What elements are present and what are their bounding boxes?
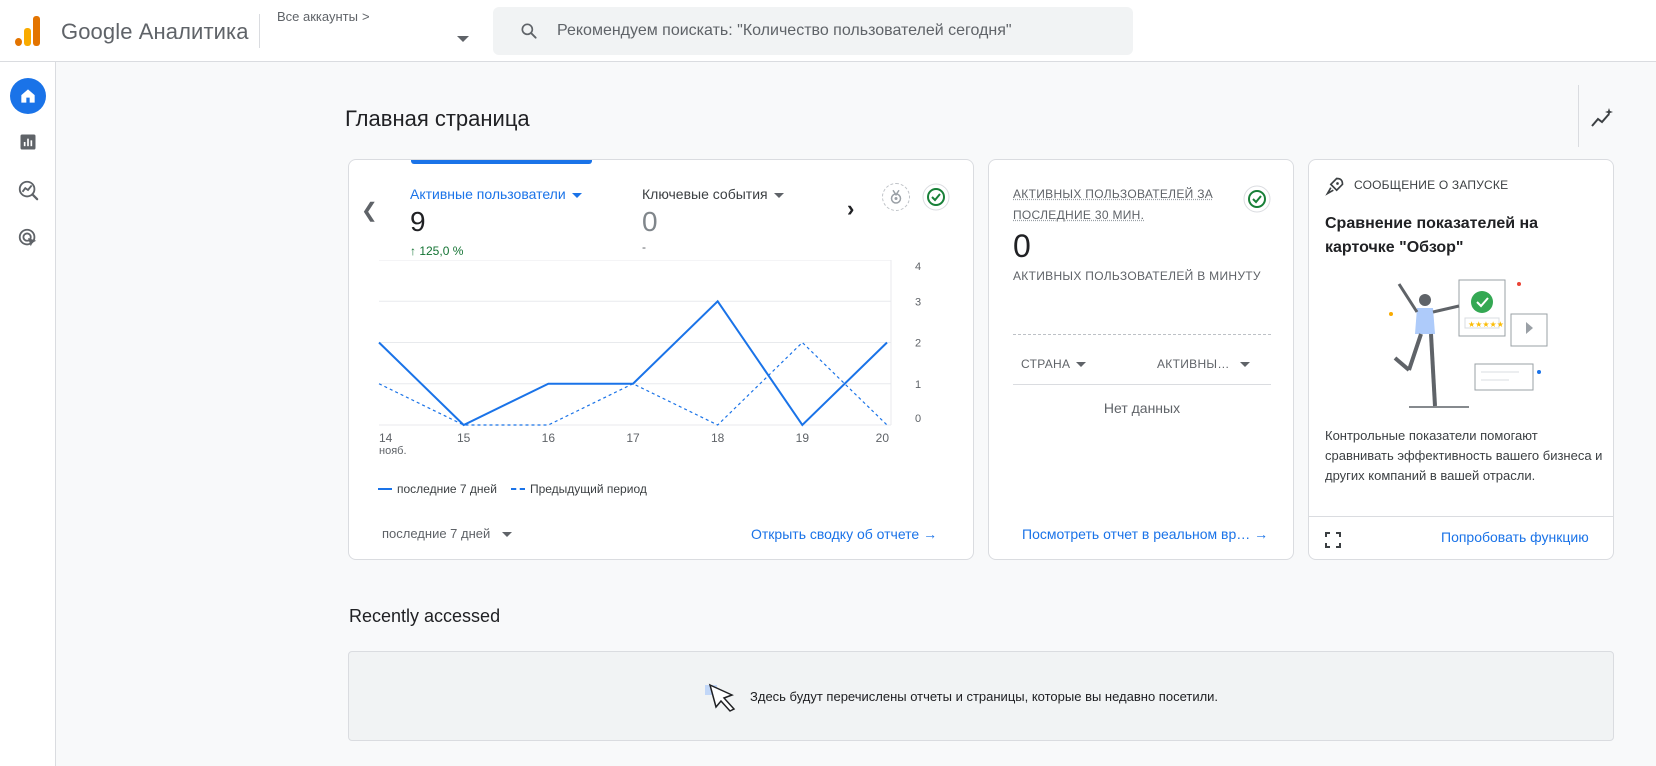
- x-tick-label: 15: [457, 431, 471, 445]
- metric-label: Ключевые события: [642, 186, 768, 202]
- chevron-left-icon[interactable]: ❮: [361, 198, 378, 223]
- date-range-label: последние 7 дней: [382, 526, 491, 541]
- left-nav: [0, 62, 56, 766]
- fullscreen-icon[interactable]: [1325, 532, 1341, 548]
- check-circle-icon[interactable]: [922, 183, 950, 211]
- view-report-link[interactable]: Открыть сводку об отчете →: [751, 526, 937, 542]
- caret-down-icon: [502, 532, 513, 538]
- analytics-logo-icon[interactable]: [15, 16, 41, 46]
- no-data-text: Нет данных: [1103, 400, 1181, 416]
- x-tick-label: 19: [796, 431, 810, 445]
- search-bar[interactable]: Рекомендуем поискать: "Количество пользо…: [493, 7, 1133, 55]
- tab-indicator: [411, 160, 592, 164]
- divider: [1578, 85, 1579, 147]
- benchmark-badge-icon[interactable]: [882, 183, 910, 211]
- legend-current-label: последние 7 дней: [397, 482, 497, 496]
- metric-delta: ↑ 125,0 %: [410, 244, 464, 258]
- view-realtime-link[interactable]: Посмотреть отчет в реальном вр… →: [1022, 526, 1268, 542]
- page-title: Главная страница: [345, 106, 530, 131]
- home-icon: [21, 89, 35, 103]
- recent-empty-message: Здесь будут перечислены отчеты и страниц…: [750, 689, 1219, 704]
- date-range-select[interactable]: последние 7 дней: [382, 526, 513, 541]
- column-label: АКТИВНЫ…: [1157, 357, 1230, 371]
- chart-legend: последние 7 дней Предыдущий период: [378, 482, 647, 496]
- legend-solid-swatch: [378, 488, 392, 490]
- metric-label: Активные пользователи: [410, 186, 566, 202]
- metric-delta: -: [642, 240, 646, 254]
- realtime-card: АКТИВНЫХ ПОЛЬЗОВАТЕЛЕЙ ЗА ПОСЛЕДНИЕ 30 М…: [988, 159, 1294, 560]
- overview-card: ❮ Активные пользователи 9 ↑ 125,0 % Ключ…: [348, 159, 974, 560]
- rocket-icon: [1325, 177, 1344, 196]
- divider: [259, 14, 260, 48]
- accounts-selector[interactable]: Все аккаунты >: [277, 9, 370, 24]
- y-tick-label: 2: [915, 338, 921, 350]
- search-input[interactable]: Рекомендуем поискать: "Количество пользо…: [557, 22, 1012, 40]
- nav-explore-button[interactable]: [10, 172, 46, 208]
- brand-name[interactable]: Google Аналитика: [61, 19, 249, 45]
- metric-active-users-tab[interactable]: Активные пользователи: [410, 186, 582, 202]
- caret-down-icon: [571, 192, 582, 198]
- recent-section-title: Recently accessed: [349, 606, 501, 626]
- launch-description: Контрольные показатели помогают сравнива…: [1325, 428, 1603, 483]
- y-tick-label: 1: [915, 379, 921, 391]
- svg-text:★★★★★: ★★★★★: [1468, 320, 1504, 329]
- realtime-title[interactable]: АКТИВНЫХ ПОЛЬЗОВАТЕЛЕЙ ЗА ПОСЛЕДНИЕ 30 М…: [1013, 184, 1223, 226]
- y-tick-label: 0: [915, 413, 921, 425]
- country-column-select[interactable]: СТРАНА: [1021, 357, 1087, 371]
- cursor-click-icon: [705, 683, 736, 712]
- medal-icon: [890, 189, 902, 204]
- x-tick-label: 14: [379, 431, 393, 445]
- nav-advertising-button[interactable]: [10, 220, 46, 256]
- recent-empty-state: Здесь будут перечислены отчеты и страниц…: [348, 651, 1614, 741]
- metric-key-events-tab[interactable]: Ключевые события: [642, 186, 784, 202]
- metric-value: 9: [410, 206, 426, 237]
- legend-dashed-swatch: [510, 488, 525, 490]
- try-feature-link[interactable]: Попробовать функцию: [1441, 529, 1589, 545]
- caret-down-icon[interactable]: [457, 36, 469, 42]
- metric-value: 0: [642, 206, 658, 237]
- accounts-label: Все аккаунты: [277, 9, 358, 24]
- active-users-column-select[interactable]: АКТИВНЫ…: [1157, 357, 1250, 371]
- caret-down-icon: [1239, 362, 1250, 368]
- nav-home-button[interactable]: [10, 78, 46, 114]
- bar-chart-icon: [20, 134, 36, 150]
- launch-title: Сравнение показателей на карточке "Обзор…: [1325, 215, 1539, 256]
- top-bar: Google Аналитика Все аккаунты > Рекоменду…: [0, 0, 1656, 62]
- x-tick-sublabel: нояб.: [379, 445, 407, 457]
- ads-target-icon: [18, 228, 37, 247]
- chevron-right-icon: >: [361, 9, 370, 24]
- caret-down-icon: [773, 192, 784, 198]
- x-tick-label: 17: [626, 431, 640, 445]
- search-icon: [521, 23, 537, 39]
- launch-label: СООБЩЕНИЕ О ЗАПУСКЕ: [1354, 178, 1509, 192]
- y-tick-label: 3: [915, 296, 921, 308]
- table-divider: [1013, 384, 1271, 385]
- launch-card: СООБЩЕНИЕ О ЗАПУСКЕ Сравнение показателе…: [1308, 159, 1614, 560]
- insights-icon[interactable]: [1590, 106, 1614, 130]
- benchmark-illustration-image: ★★★★★: [1389, 279, 1548, 408]
- sparkline-baseline: [1013, 334, 1271, 335]
- explore-icon: [18, 180, 39, 201]
- series-line-current: [378, 299, 888, 427]
- realtime-subtitle: АКТИВНЫХ ПОЛЬЗОВАТЕЛЕЙ В МИНУТУ: [1013, 269, 1261, 283]
- x-tick-label: 20: [876, 431, 890, 445]
- divider: [1309, 516, 1613, 517]
- x-tick-label: 16: [542, 431, 556, 445]
- nav-reports-button[interactable]: [10, 124, 46, 160]
- caret-down-icon: [1076, 362, 1087, 368]
- legend-previous-label: Предыдущий период: [529, 482, 647, 496]
- realtime-value: 0: [1013, 228, 1031, 264]
- chevron-right-icon[interactable]: ›: [847, 196, 854, 222]
- check-circle-icon[interactable]: [1243, 185, 1271, 213]
- line-chart: 0 1 2 3 4 14 15 16 17 18 19 20 нояб.: [378, 260, 921, 457]
- column-label: СТРАНА: [1021, 357, 1071, 371]
- y-tick-label: 4: [915, 261, 921, 273]
- x-tick-label: 18: [711, 431, 725, 445]
